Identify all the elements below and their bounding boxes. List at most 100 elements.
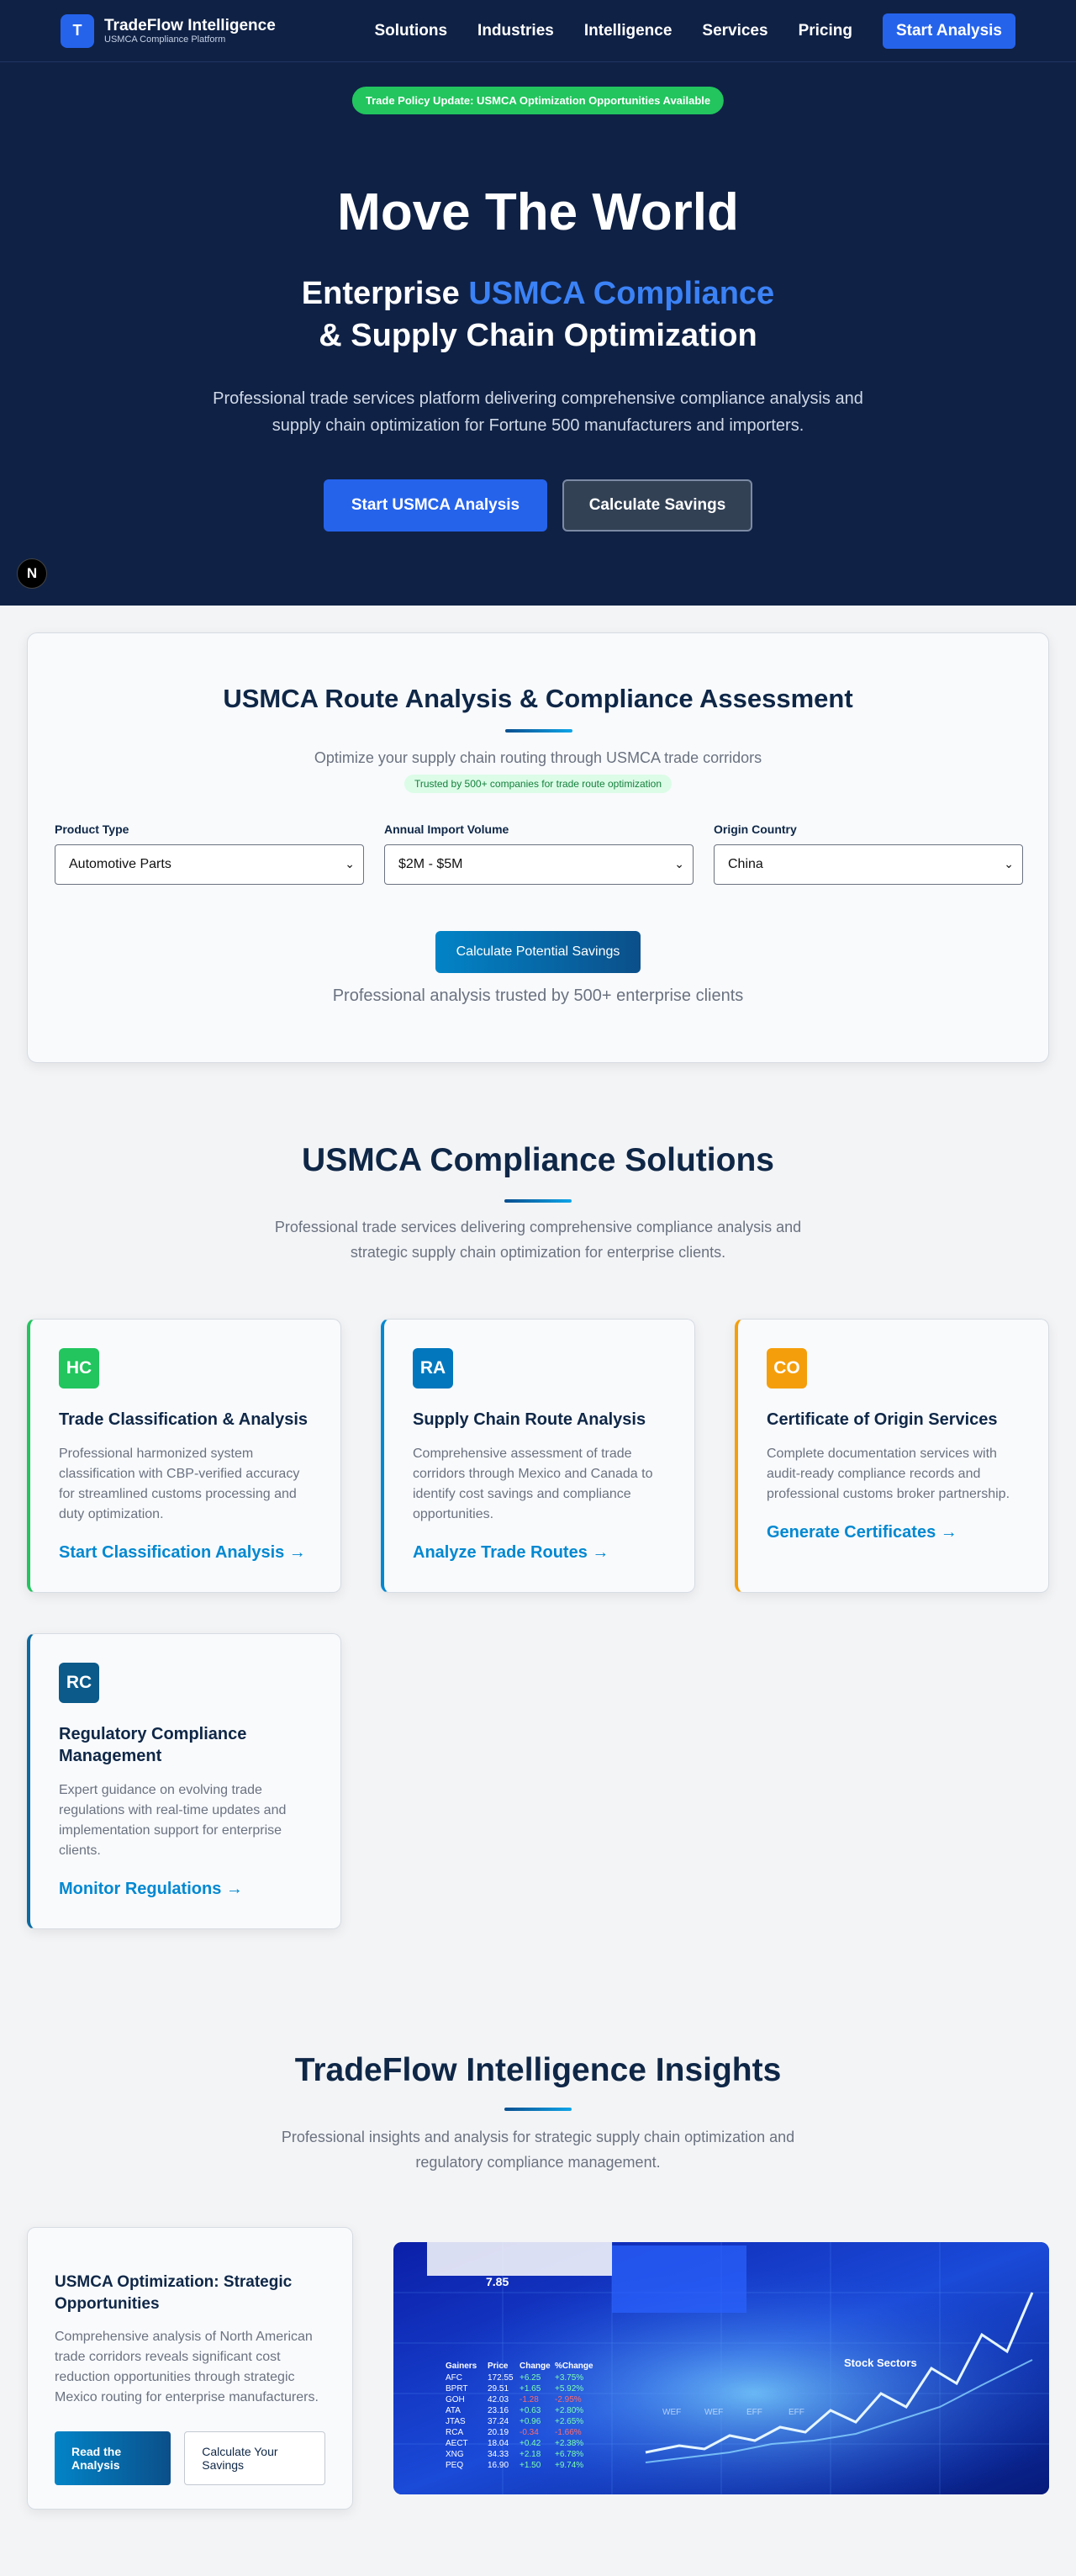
route-analysis-icon: RA [413, 1348, 453, 1389]
wef-label: WEF [662, 2408, 681, 2417]
insights-subtitle: Professional insights and analysis for s… [281, 2129, 795, 2171]
ticker-cell: +2.65% [555, 2417, 583, 2426]
ticker-cell: JTAS [446, 2417, 466, 2426]
card-description: Comprehensive assessment of trade corrid… [413, 1447, 653, 1521]
regulatory-icon: RC [59, 1663, 99, 1703]
ticker-cell: 23.16 [488, 2406, 509, 2415]
analyze-trade-routes-link[interactable]: Analyze Trade Routes → [413, 1543, 666, 1563]
ticker-cell: -1.28 [520, 2395, 539, 2404]
card-title: Supply Chain Route Analysis [413, 1410, 646, 1429]
nav-link-pricing[interactable]: Pricing [799, 22, 852, 40]
hero-subtitle-line2: & Supply Chain Optimization [319, 318, 757, 353]
monitor-regulations-link[interactable]: Monitor Regulations → [59, 1880, 312, 1899]
card-description: Professional harmonized system classific… [59, 1447, 300, 1521]
route-analysis-card: USMCA Route Analysis & Compliance Assess… [27, 632, 1049, 1063]
ticker-cell: -2.95% [555, 2395, 582, 2404]
hero-section: Trade Policy Update: USMCA Optimization … [0, 62, 1076, 606]
brand-tagline: USMCA Compliance Platform [104, 34, 226, 45]
big-number: 7.85 [486, 2275, 509, 2288]
product-type-label: Product Type [55, 823, 129, 836]
ticker-cell: +0.63 [520, 2406, 541, 2415]
calculate-your-savings-button[interactable]: Calculate Your Savings [184, 2431, 325, 2485]
nav-links: Solutions Industries Intelligence Servic… [374, 13, 1015, 49]
ticker-cell: 172.55 [488, 2373, 514, 2383]
ticker-header: Change [520, 2362, 551, 2371]
hero-description: Professional trade services platform del… [213, 389, 863, 435]
solutions-subtitle: Professional trade services delivering c… [274, 1219, 802, 1261]
wef-label: WEF [704, 2408, 723, 2417]
ticker-cell: +0.96 [520, 2417, 541, 2426]
analysis-subtitle: Optimize your supply chain routing throu… [314, 749, 762, 766]
origin-country-label: Origin Country [714, 823, 797, 836]
insights-title: TradeFlow Intelligence Insights [294, 2052, 782, 2088]
solution-card-regulatory: RC Regulatory Compliance Management Expe… [27, 1633, 341, 1929]
brand-name: TradeFlow Intelligence [104, 16, 276, 34]
ticker-cell: AFC [446, 2373, 462, 2383]
hero-subtitle-accent: USMCA Compliance [468, 276, 775, 311]
stock-board-illustration: 7.85 Stock Sectors WEF WEF EFF EFF Gaine… [393, 2242, 1049, 2494]
ticker-cell: 18.04 [488, 2439, 509, 2448]
ticker-cell: +0.42 [520, 2439, 541, 2448]
insight-article-card: USMCA Optimization: Strategic Opportunit… [27, 2227, 353, 2510]
start-analysis-button[interactable]: Start Analysis [882, 13, 1015, 49]
ticker-cell: GOH [446, 2395, 465, 2404]
card-title: Trade Classification & Analysis [59, 1410, 309, 1429]
start-usmca-analysis-button[interactable]: Start USMCA Analysis [324, 479, 547, 532]
product-type-select[interactable]: Automotive Parts ⌄ [55, 844, 364, 885]
ticker-cell: +6.78% [555, 2450, 583, 2459]
ticker-cell: -1.66% [555, 2428, 582, 2437]
nextjs-dev-indicator-icon[interactable]: N [17, 558, 47, 589]
import-volume-select[interactable]: $2M - $5M ⌄ [384, 844, 694, 885]
solutions-title: USMCA Compliance Solutions [302, 1142, 774, 1178]
brand[interactable]: T TradeFlow Intelligence USMCA Complianc… [61, 13, 276, 48]
ticker-cell: ATA [446, 2406, 461, 2415]
solutions-underline [504, 1199, 572, 1203]
chevron-down-icon: ⌄ [345, 857, 355, 870]
ticker-cell: +2.38% [555, 2439, 583, 2448]
ticker-cell: +3.75% [555, 2373, 583, 2383]
origin-country-field: Origin Country China ⌄ [714, 823, 1023, 885]
ticker-header: Gainers [446, 2362, 477, 2371]
nav-link-intelligence[interactable]: Intelligence [584, 22, 672, 40]
classification-icon: HC [59, 1348, 99, 1389]
card-description: Expert guidance on evolving trade regula… [59, 1783, 287, 1858]
insights-underline [504, 2108, 572, 2111]
product-type-field: Product Type Automotive Parts ⌄ [55, 823, 364, 885]
ticker-cell: -0.34 [520, 2428, 539, 2437]
trust-badge: Trusted by 500+ companies for trade rout… [404, 775, 672, 793]
origin-country-value: China [728, 857, 763, 871]
title-underline [505, 729, 572, 733]
ticker-cell: 34.33 [488, 2450, 509, 2459]
solution-card-certificate-origin: CO Certificate of Origin Services Comple… [735, 1319, 1049, 1593]
hero-title: Move The World [337, 183, 739, 241]
analysis-title: USMCA Route Analysis & Compliance Assess… [223, 684, 853, 713]
ticker-header: Price [488, 2362, 509, 2371]
brand-logo-icon: T [61, 13, 94, 48]
generate-certificates-link[interactable]: Generate Certificates → [767, 1523, 1020, 1542]
calculate-savings-button[interactable]: Calculate Savings [562, 479, 752, 532]
nav-link-industries[interactable]: Industries [477, 22, 554, 40]
chevron-down-icon: ⌄ [1004, 857, 1014, 870]
ticker-cell: +2.18 [520, 2450, 541, 2459]
import-volume-label: Annual Import Volume [384, 823, 509, 836]
chevron-down-icon: ⌄ [674, 857, 684, 870]
card-title: Certificate of Origin Services [767, 1410, 998, 1429]
calculate-potential-savings-button[interactable]: Calculate Potential Savings [435, 931, 641, 973]
policy-update-badge: Trade Policy Update: USMCA Optimization … [351, 87, 725, 114]
top-navigation: T TradeFlow Intelligence USMCA Complianc… [0, 0, 1076, 62]
ticker-cell: +1.65 [520, 2384, 541, 2394]
origin-country-select[interactable]: China ⌄ [714, 844, 1023, 885]
nav-link-services[interactable]: Services [702, 22, 767, 40]
article-title: USMCA Optimization: Strategic Opportunit… [55, 2273, 293, 2313]
start-classification-link[interactable]: Start Classification Analysis → [59, 1543, 312, 1563]
nav-link-solutions[interactable]: Solutions [374, 22, 447, 40]
ticker-cell: 37.24 [488, 2417, 509, 2426]
certificate-origin-icon: CO [767, 1348, 807, 1389]
ticker-cell: 20.19 [488, 2428, 509, 2437]
ticker-cell: RCA [446, 2428, 463, 2437]
ticker-cell: +6.25 [520, 2373, 541, 2383]
read-analysis-button[interactable]: Read the Analysis [55, 2431, 171, 2485]
ticker-cell: +5.92% [555, 2384, 583, 2394]
eff-label: EFF [789, 2408, 804, 2417]
ticker-cell: +1.50 [520, 2461, 541, 2470]
